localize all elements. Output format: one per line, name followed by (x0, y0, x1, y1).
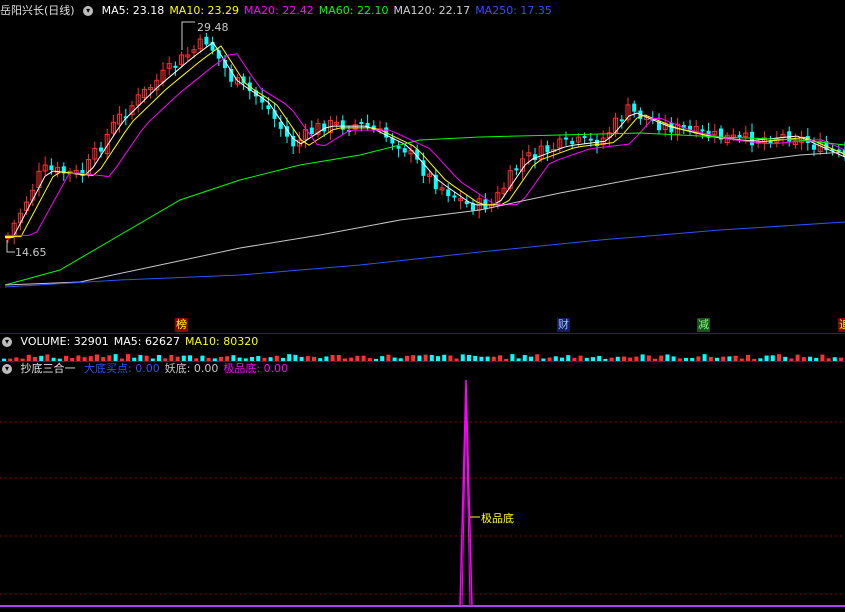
indicator-chart[interactable] (0, 362, 845, 612)
candle-body (402, 148, 407, 153)
event-marker-zhui[interactable]: 追 (838, 318, 845, 332)
volume-bar (460, 354, 465, 361)
candle-body (266, 105, 271, 110)
event-marker-cai[interactable]: 财 (557, 318, 570, 332)
candle-body (396, 146, 401, 149)
volume-bar (113, 354, 118, 361)
volume-bar (665, 354, 670, 361)
collapse-toggle-icon[interactable]: ▾ (2, 337, 12, 347)
candle-body (359, 121, 364, 124)
candle-body (446, 189, 451, 197)
candle-body (582, 136, 587, 139)
ma60-line (4, 132, 845, 286)
candle-body (564, 137, 568, 140)
low-price-label: 14.65 (15, 246, 47, 259)
candle-body (309, 127, 314, 135)
candle-body (737, 134, 742, 137)
volume-bar (126, 354, 130, 361)
volume-label-1: MA5: 62627 (113, 335, 180, 348)
candle-body (632, 103, 637, 112)
candlestick-chart[interactable] (0, 0, 845, 333)
volume-bar (510, 354, 515, 361)
ma10-line (5, 45, 845, 238)
volume-label-2: MA10: 80320 (184, 335, 259, 348)
volume-indicator-list: VOLUME: 32901 MA5: 62627 MA10: 80320 (21, 335, 264, 348)
volume-bar (287, 354, 292, 361)
candle-body (619, 119, 624, 122)
ma250-line (4, 221, 845, 288)
candle-body (204, 36, 209, 45)
volume-bar (777, 354, 781, 361)
candle-body (588, 138, 593, 141)
candle-body (99, 147, 103, 152)
volume-panel-header: ▾ VOLUME: 32901 MA5: 62627 MA10: 80320 (2, 334, 268, 350)
candle-body (700, 129, 705, 132)
high-price-label: 29.48 (197, 21, 229, 34)
event-marker-bang[interactable]: 榜 (175, 318, 188, 332)
volume-bar (640, 354, 645, 361)
candle-body (812, 144, 816, 150)
candle-body (291, 136, 296, 147)
ma20-line (5, 53, 845, 236)
candle-body (452, 195, 457, 198)
candle-body (49, 165, 54, 171)
volume-label-0: VOLUME: 32901 (20, 335, 109, 348)
volume-bar (535, 354, 540, 361)
event-marker-jian[interactable]: 减 (697, 318, 710, 332)
volume-bar (702, 354, 707, 361)
signal-label: 极品底 (481, 512, 514, 525)
candle-body (514, 168, 519, 171)
high-marker-line (181, 21, 195, 50)
candle-body (173, 65, 178, 68)
candle-body (545, 145, 550, 153)
candle-body (570, 140, 575, 145)
